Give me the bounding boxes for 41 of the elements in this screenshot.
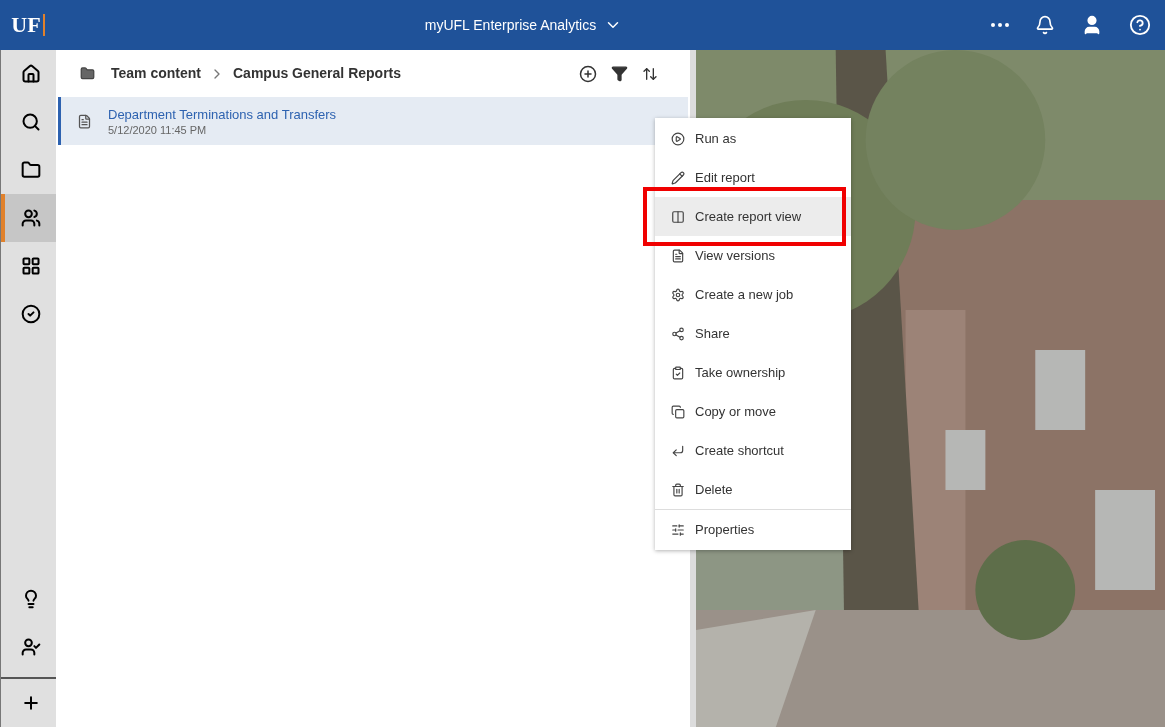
breadcrumb-item[interactable]: Team content (111, 63, 201, 84)
folder-icon (20, 160, 41, 180)
pencil-icon (671, 170, 685, 185)
home-icon (20, 64, 41, 84)
menu-item[interactable]: Create report view (655, 197, 851, 236)
add-icon[interactable] (579, 64, 597, 83)
sliders-icon (671, 522, 685, 537)
play-icon (671, 131, 685, 146)
copy-icon (671, 404, 685, 419)
menu-item[interactable]: Copy or move (655, 392, 851, 431)
user-check-icon (20, 637, 41, 657)
clipboard-icon (671, 365, 685, 380)
menu-item[interactable]: Create a new job (655, 275, 851, 314)
shortcut-icon (671, 443, 685, 458)
notifications-icon[interactable] (1035, 15, 1055, 35)
menu-item[interactable]: Delete (655, 470, 851, 509)
logo: UF (11, 14, 45, 36)
search-icon (20, 112, 41, 132)
layout-icon (20, 256, 41, 276)
breadcrumb-item[interactable]: Campus General Reports (233, 63, 402, 84)
more-icon[interactable] (991, 23, 1009, 27)
check-circle-icon (20, 304, 41, 324)
menu-item[interactable]: Create shortcut (655, 431, 851, 470)
trash-icon (671, 482, 685, 497)
menu-item[interactable]: Share (655, 314, 851, 353)
menu-item[interactable]: Edit report (655, 158, 851, 197)
file-row[interactable]: Department Terminations and Transfers 5/12/2020 11:45 PM (58, 97, 688, 145)
report-icon (77, 113, 92, 129)
menu-item[interactable]: Take ownership (655, 353, 851, 392)
versions-icon (671, 248, 685, 263)
file-date: 5/12/2020 11:45 PM (108, 122, 208, 137)
help-icon[interactable] (1129, 14, 1151, 36)
share-icon (671, 326, 685, 341)
menu-item[interactable]: Properties (655, 510, 851, 549)
filter-icon[interactable] (611, 65, 628, 82)
menu-item[interactable]: View versions (655, 236, 851, 275)
file-name[interactable]: Department Terminations and Transfers (108, 105, 337, 123)
sort-icon[interactable] (642, 65, 658, 82)
app-title-menu[interactable]: myUFL Enterprise Analytics (424, 14, 623, 36)
report-view-icon (671, 209, 685, 224)
sidebar-item[interactable] (1, 194, 56, 242)
